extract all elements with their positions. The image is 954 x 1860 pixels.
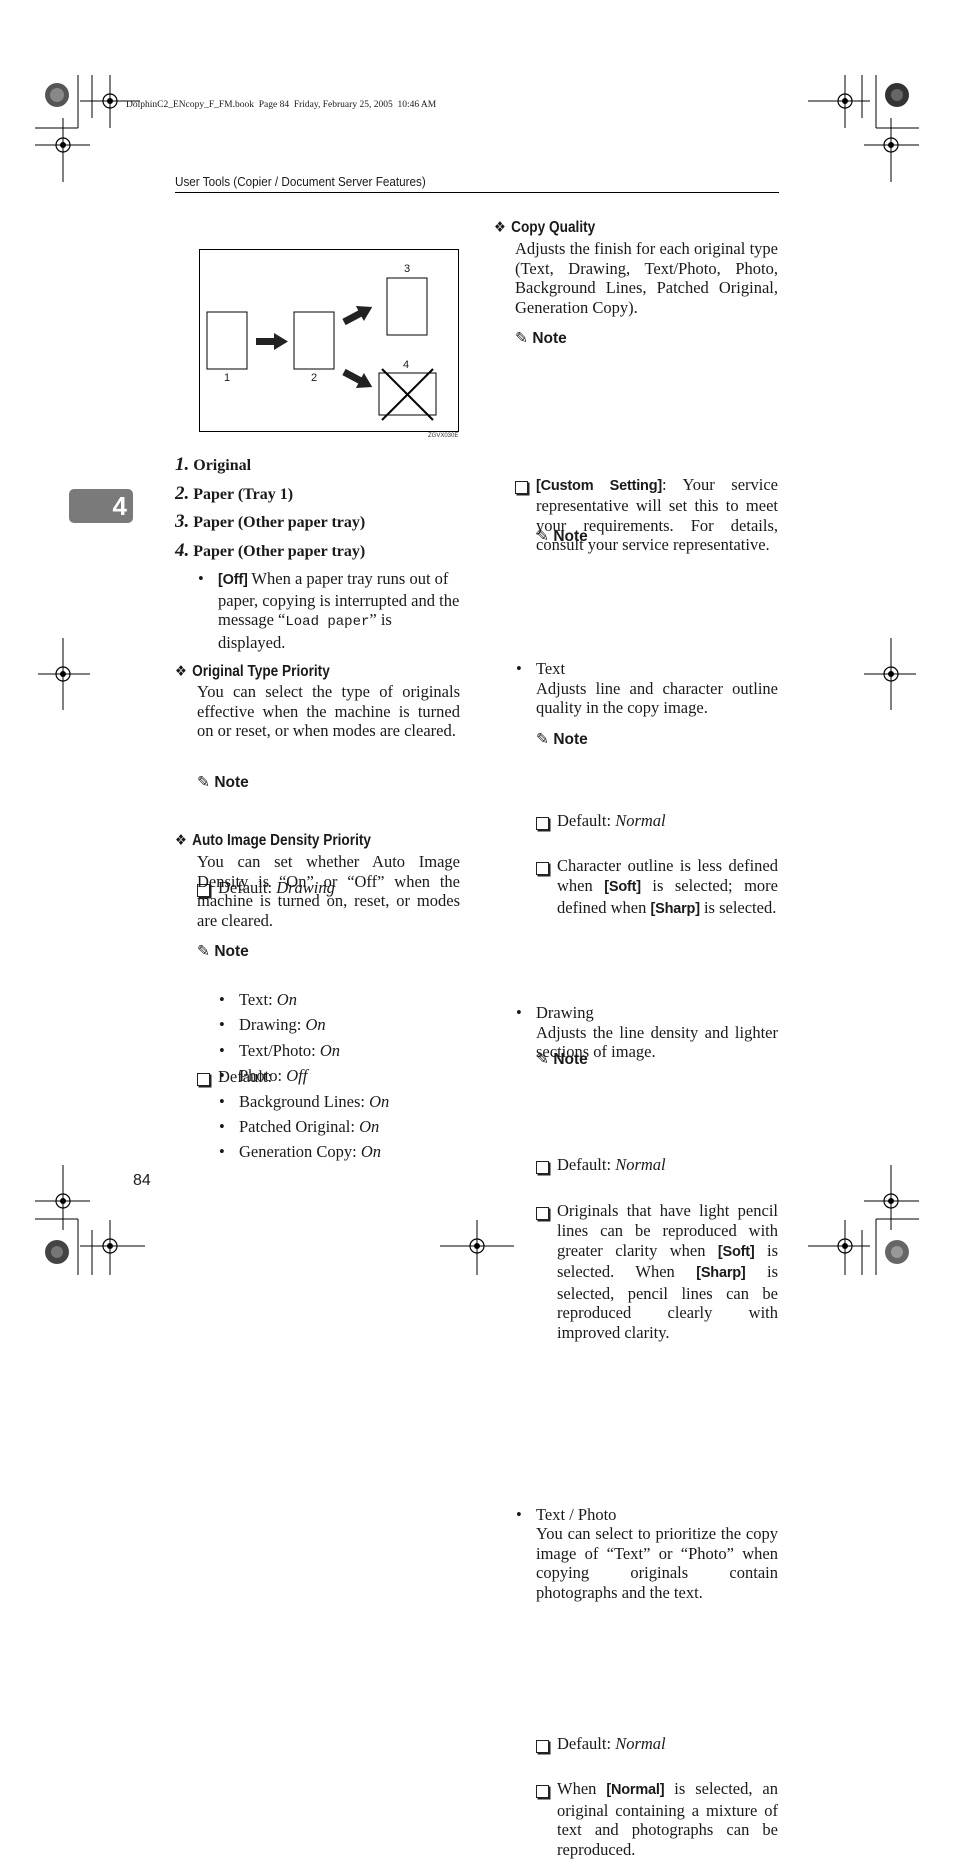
- pencil-icon: ✎: [197, 943, 210, 960]
- figure-label-4: 4: [403, 359, 410, 371]
- sheet-other-tray: [386, 277, 428, 336]
- off-button-ref: [Off]: [218, 572, 248, 588]
- note-heading: ✎ Note: [515, 330, 567, 347]
- checkbox-icon: [536, 1739, 549, 1753]
- print-header: DolphinC2_ENcopy_F_FM.book Page 84 Frida…: [126, 100, 437, 110]
- default-item: • Text: On: [219, 990, 297, 1009]
- numbered-item: 2. Paper (Tray 1): [175, 482, 294, 504]
- diamond-icon: ❖: [494, 219, 506, 236]
- bullet-item-text-photo: • Text / Photo You can select to priorit…: [516, 1504, 778, 1602]
- sheet-original: [206, 311, 248, 370]
- checkbox-icon: [536, 1785, 549, 1799]
- pencil-icon: ✎: [536, 731, 549, 748]
- note-heading: ✎ Note: [197, 774, 249, 791]
- numbered-item: 1. Original: [175, 454, 252, 475]
- off-bullet-item: • [Off] When a paper tray runs out of pa…: [198, 569, 460, 652]
- defaults-list: • Text: On • Drawing: On • Text/Photo: On •…: [219, 990, 469, 1168]
- note-heading: ✎ Note: [197, 943, 249, 960]
- note-item: Default: Normal: [536, 811, 778, 831]
- crop-marks: [35, 75, 919, 1275]
- note-item: Originals that have light pencil lines c…: [536, 1201, 778, 1342]
- arrow-right: [256, 333, 288, 350]
- page-number: 84: [133, 1172, 151, 1189]
- checkbox-icon: [515, 480, 528, 494]
- note-heading: ✎ Note: [536, 1051, 588, 1068]
- chapter-number: 4: [112, 491, 127, 521]
- pencil-icon: ✎: [197, 774, 210, 791]
- default-item: • Text/Photo: On: [219, 1040, 341, 1060]
- diamond-icon: ❖: [175, 663, 187, 680]
- note-heading: ✎ Note: [536, 528, 588, 545]
- numbered-item: 4. Paper (Other paper tray): [175, 539, 366, 561]
- figure: 1 2 3 4: [199, 249, 459, 432]
- pencil-icon: ✎: [515, 330, 528, 347]
- checkbox-icon: [197, 1072, 210, 1086]
- arrow-down-right: [342, 368, 373, 388]
- figure-label-2: 2: [311, 372, 318, 384]
- note-item: Default: Normal: [536, 1155, 778, 1175]
- figure-drawing: [206, 277, 437, 421]
- note-item: Default: Normal: [536, 1734, 778, 1754]
- custom-setting-button-ref: [Custom Setting]: [536, 477, 662, 494]
- copy-quality-body: Adjusts the finish for each original typ…: [515, 239, 778, 317]
- default-item: • Generation Copy: On: [219, 1142, 382, 1162]
- pencil-icon: ✎: [536, 1051, 549, 1068]
- note-item: When [Normal] is selected, an original c…: [536, 1779, 778, 1859]
- sheet-tray1: [293, 311, 335, 370]
- checkbox-icon: [536, 1160, 549, 1174]
- message-text: Load paper: [285, 614, 370, 631]
- section-heading-copy-quality: ❖ Copy Quality: [494, 219, 596, 236]
- running-header: User Tools (Copier / Document Server Fea…: [175, 174, 426, 189]
- figure-label-1: 1: [224, 372, 231, 384]
- pencil-icon: ✎: [536, 528, 549, 545]
- default-item: • Photo: Off: [219, 1066, 308, 1086]
- bullet-item-text: • Text Adjusts line and character outlin…: [516, 658, 778, 718]
- header-rule: [175, 192, 779, 193]
- arrow-up-right: [342, 306, 373, 326]
- chapter-tab: 4: [69, 489, 133, 523]
- checkbox-icon: [536, 862, 549, 876]
- original-type-priority-body: You can select the type of originals eff…: [197, 682, 460, 741]
- numbered-item: 3. Paper (Other paper tray): [175, 511, 366, 532]
- note-heading: ✎ Note: [536, 731, 588, 748]
- figure-label-3: 3: [404, 263, 411, 275]
- diamond-icon: ❖: [175, 832, 187, 849]
- default-item: • Drawing: On: [219, 1015, 326, 1035]
- section-heading-auto-image-density: ❖ Auto Image Density Priority: [175, 832, 371, 849]
- numbered-list: 1. Original 2. Paper (Tray 1) 3. Paper (…: [175, 454, 465, 568]
- checkbox-icon: [536, 1207, 549, 1221]
- default-item: • Patched Original: On: [219, 1116, 380, 1136]
- figure-code: ZGVX030E: [428, 433, 459, 439]
- checkbox-icon: [536, 816, 549, 830]
- bullet: •: [198, 569, 204, 588]
- auto-image-density-body: You can set whether Auto Image Density i…: [197, 852, 460, 930]
- section-heading-original-type-priority: ❖ Original Type Priority: [175, 663, 330, 680]
- note-item: Character outline is less defined when […: [536, 856, 778, 919]
- default-item: • Background Lines: On: [219, 1091, 390, 1111]
